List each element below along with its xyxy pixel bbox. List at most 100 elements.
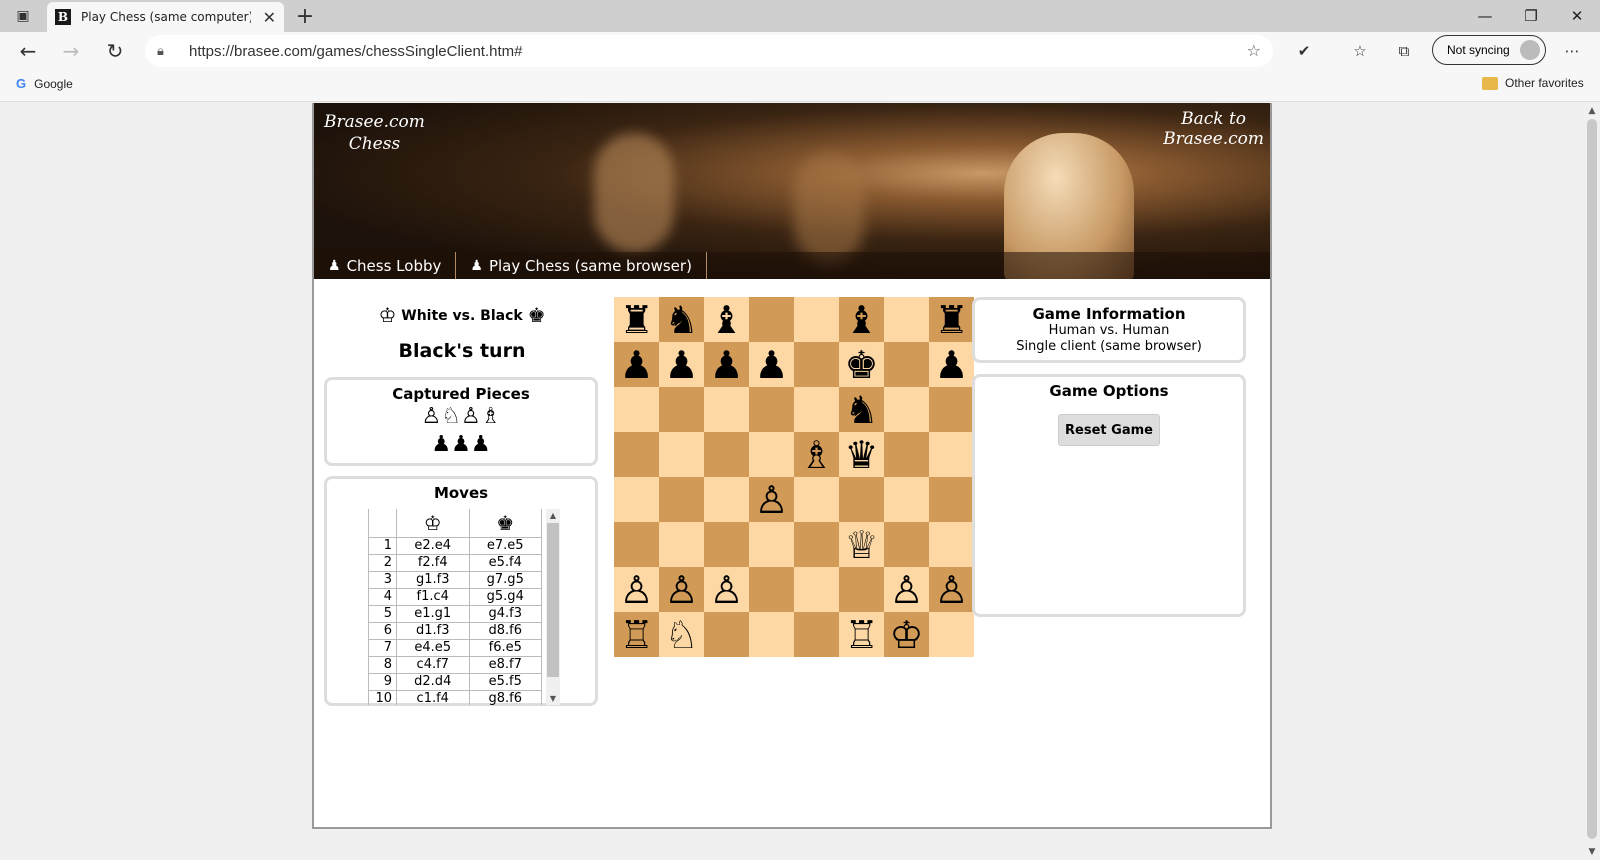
profile-sync-button[interactable]: Not syncing	[1432, 35, 1546, 65]
square-g6[interactable]	[884, 387, 929, 432]
bookmark-other-favorites[interactable]: Other favorites	[1482, 76, 1584, 90]
square-d4[interactable]: ♙	[749, 477, 794, 522]
black-queen-icon[interactable]: ♛	[844, 436, 878, 474]
square-f3[interactable]: ♕	[839, 522, 884, 567]
scroll-thumb[interactable]	[1587, 119, 1597, 839]
square-b2[interactable]: ♙	[659, 567, 704, 612]
square-f4[interactable]	[839, 477, 884, 522]
square-c4[interactable]	[704, 477, 749, 522]
add-favorite-icon[interactable]: ☆	[1247, 41, 1261, 60]
black-rook-icon[interactable]: ♜	[934, 301, 968, 339]
square-b8[interactable]: ♞	[659, 297, 704, 342]
white-knight-icon[interactable]: ♘	[664, 616, 698, 654]
square-f2[interactable]	[839, 567, 884, 612]
square-h8[interactable]: ♜	[929, 297, 974, 342]
black-rook-icon[interactable]: ♜	[619, 301, 653, 339]
white-bishop-icon[interactable]: ♗	[799, 436, 833, 474]
square-b1[interactable]: ♘	[659, 612, 704, 657]
bookmark-google[interactable]: G Google	[16, 76, 73, 91]
square-c3[interactable]	[704, 522, 749, 567]
square-h4[interactable]	[929, 477, 974, 522]
square-c8[interactable]: ♝	[704, 297, 749, 342]
square-a5[interactable]	[614, 432, 659, 477]
black-pawn-icon[interactable]: ♟	[664, 346, 698, 384]
chess-board[interactable]: ♜ ♞ ♝ ♝ ♜ ♟ ♟ ♟ ♟ ♚ ♟ ♞ ♗ ♛ ♙ ♕ ♙ ♙ ♙ ♙ ♙ ♖ ♘ ♖ ♔	[614, 297, 974, 657]
nav-play-chess[interactable]: ♟ Play Chess (same browser)	[456, 252, 707, 279]
black-pawn-icon[interactable]: ♟	[709, 346, 743, 384]
square-d3[interactable]	[749, 522, 794, 567]
square-b7[interactable]: ♟	[659, 342, 704, 387]
black-pawn-icon[interactable]: ♟	[934, 346, 968, 384]
minimize-icon[interactable]: —	[1470, 4, 1500, 28]
square-f1[interactable]: ♖	[839, 612, 884, 657]
back-to-brasee-link[interactable]: Back to Brasee.com	[1163, 109, 1264, 149]
square-c7[interactable]: ♟	[704, 342, 749, 387]
square-h1[interactable]	[929, 612, 974, 657]
scroll-up-icon[interactable]: ▲	[546, 511, 560, 520]
square-e6[interactable]	[794, 387, 839, 432]
square-e5[interactable]: ♗	[794, 432, 839, 477]
scroll-thumb[interactable]	[547, 523, 559, 677]
square-c2[interactable]: ♙	[704, 567, 749, 612]
black-knight-icon[interactable]: ♞	[844, 391, 878, 429]
black-bishop-icon[interactable]: ♝	[844, 301, 878, 339]
square-h6[interactable]	[929, 387, 974, 432]
square-h2[interactable]: ♙	[929, 567, 974, 612]
square-f6[interactable]: ♞	[839, 387, 884, 432]
square-g7[interactable]	[884, 342, 929, 387]
address-bar[interactable]: 🔒︎ https://brasee.com/games/chessSingleC…	[145, 35, 1273, 67]
square-e4[interactable]	[794, 477, 839, 522]
white-pawn-icon[interactable]: ♙	[889, 571, 923, 609]
scroll-up-icon[interactable]: ▲	[1584, 106, 1600, 116]
forward-arrow-icon[interactable]: →	[57, 38, 85, 64]
square-a3[interactable]	[614, 522, 659, 567]
reset-game-button[interactable]: Reset Game	[1058, 414, 1160, 446]
square-f7[interactable]: ♚	[839, 342, 884, 387]
white-pawn-icon[interactable]: ♙	[934, 571, 968, 609]
tab-actions-icon[interactable]: ▣	[10, 5, 36, 27]
moves-scrollbar[interactable]: ▲ ▼	[546, 509, 560, 705]
square-g1[interactable]: ♔	[884, 612, 929, 657]
square-a8[interactable]: ♜	[614, 297, 659, 342]
white-rook-icon[interactable]: ♖	[844, 616, 878, 654]
square-g2[interactable]: ♙	[884, 567, 929, 612]
square-e8[interactable]	[794, 297, 839, 342]
square-g5[interactable]	[884, 432, 929, 477]
white-pawn-icon[interactable]: ♙	[754, 481, 788, 519]
square-b3[interactable]	[659, 522, 704, 567]
scroll-down-icon[interactable]: ▼	[1584, 847, 1600, 857]
black-knight-icon[interactable]: ♞	[664, 301, 698, 339]
square-a4[interactable]	[614, 477, 659, 522]
square-f8[interactable]: ♝	[839, 297, 884, 342]
collections-icon[interactable]: ⧉	[1392, 40, 1416, 62]
square-e7[interactable]	[794, 342, 839, 387]
square-d6[interactable]	[749, 387, 794, 432]
square-g4[interactable]	[884, 477, 929, 522]
black-pawn-icon[interactable]: ♟	[754, 346, 788, 384]
square-b4[interactable]	[659, 477, 704, 522]
square-c5[interactable]	[704, 432, 749, 477]
favorites-icon[interactable]: ☆	[1348, 40, 1372, 62]
nav-chess-lobby[interactable]: ♟ Chess Lobby	[314, 252, 457, 279]
square-h5[interactable]	[929, 432, 974, 477]
square-b5[interactable]	[659, 432, 704, 477]
square-a2[interactable]: ♙	[614, 567, 659, 612]
more-menu-icon[interactable]: ⋯	[1560, 40, 1584, 62]
site-logo[interactable]: Brasee.com Chess	[324, 111, 425, 155]
white-rook-icon[interactable]: ♖	[619, 616, 653, 654]
square-d5[interactable]	[749, 432, 794, 477]
square-a6[interactable]	[614, 387, 659, 432]
square-c6[interactable]	[704, 387, 749, 432]
white-pawn-icon[interactable]: ♙	[664, 571, 698, 609]
close-tab-icon[interactable]: ✕	[263, 8, 276, 27]
square-e1[interactable]	[794, 612, 839, 657]
black-king-icon[interactable]: ♚	[844, 346, 878, 384]
square-d8[interactable]	[749, 297, 794, 342]
white-pawn-icon[interactable]: ♙	[619, 571, 653, 609]
restore-icon[interactable]: ❐	[1516, 4, 1546, 28]
square-b6[interactable]	[659, 387, 704, 432]
extension-check-icon[interactable]: ✔	[1292, 40, 1316, 62]
square-d2[interactable]	[749, 567, 794, 612]
black-pawn-icon[interactable]: ♟	[619, 346, 653, 384]
scroll-down-icon[interactable]: ▼	[546, 694, 560, 703]
